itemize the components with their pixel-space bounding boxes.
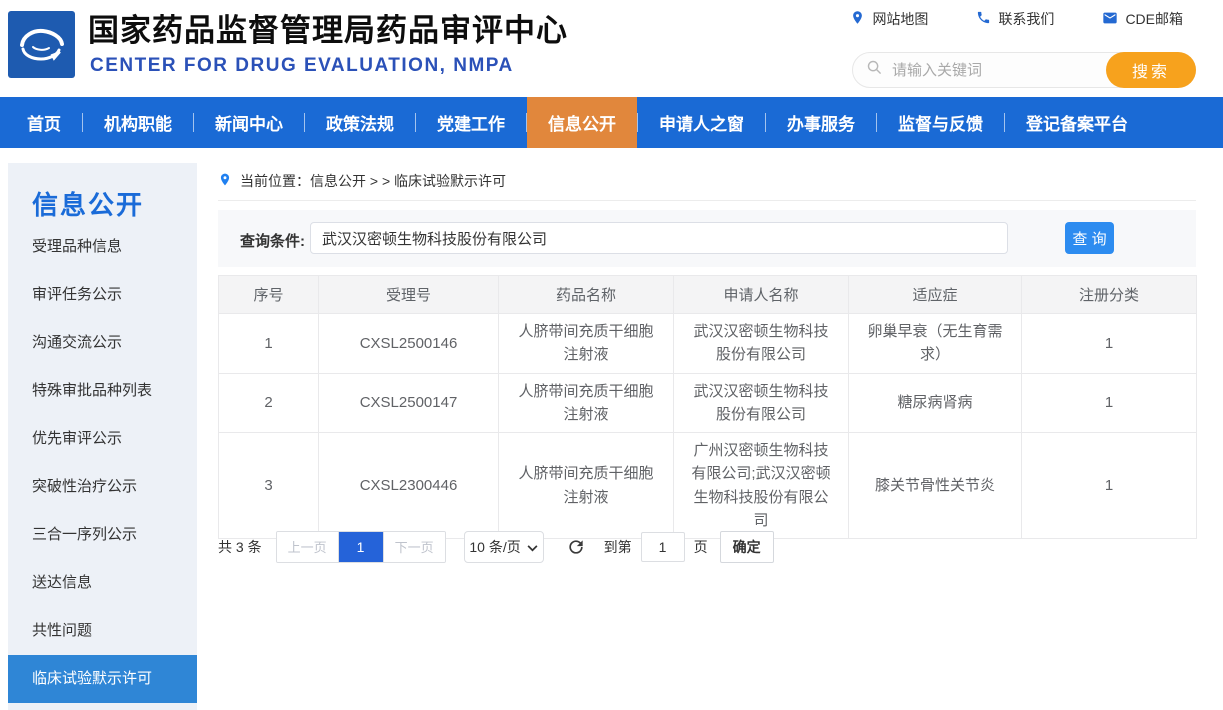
contact-label: 联系我们 bbox=[998, 9, 1054, 29]
sidebar-item-clinical-trial-implied-license[interactable]: 临床试验默示许可 bbox=[8, 655, 197, 703]
col-header-applicant: 申请人名称 bbox=[674, 276, 849, 314]
sidebar-item-common-issues[interactable]: 共性问题 bbox=[8, 607, 197, 655]
cell-applicant: 武汉汉密顿生物科技股份有限公司 bbox=[674, 373, 849, 433]
page-size-select[interactable]: 10 条/页 bbox=[464, 531, 544, 563]
pagination: 共 3 条 上一页 1 下一页 10 条/页 到第 页 确定 bbox=[218, 530, 774, 563]
main-nav: 首页 机构职能 新闻中心 政策法规 党建工作 信息公开 申请人之窗 办事服务 监… bbox=[0, 97, 1223, 148]
cell-acceptance-no: CXSL2500146 bbox=[319, 314, 499, 374]
next-page-button[interactable]: 下一页 bbox=[383, 532, 445, 562]
location-pin-icon bbox=[218, 171, 232, 191]
pager-group: 上一页 1 下一页 bbox=[276, 531, 446, 563]
nav-item-info-disclosure[interactable]: 信息公开 bbox=[527, 97, 637, 148]
cell-acceptance-no: CXSL2300446 bbox=[319, 433, 499, 539]
chevron-down-icon bbox=[527, 539, 538, 555]
sidebar-item-accepted-varieties[interactable]: 受理品种信息 bbox=[8, 223, 197, 271]
sidebar-title: 信息公开 bbox=[8, 163, 197, 223]
sidebar-item-priority-review[interactable]: 优先审评公示 bbox=[8, 415, 197, 463]
nav-item-news[interactable]: 新闻中心 bbox=[194, 97, 304, 148]
col-header-indication: 适应症 bbox=[849, 276, 1022, 314]
nav-item-functions[interactable]: 机构职能 bbox=[83, 97, 193, 148]
total-count-label: 共 3 条 bbox=[218, 537, 262, 557]
table-row: 1 CXSL2500146 人脐带间充质干细胞注射液 武汉汉密顿生物科技股份有限… bbox=[219, 314, 1197, 374]
search-icon bbox=[853, 59, 883, 81]
search-button[interactable]: 搜索 bbox=[1106, 52, 1196, 88]
header: 国家药品监督管理局药品审评中心 CENTER FOR DRUG EVALUATI… bbox=[0, 0, 1223, 97]
goto-page-input[interactable] bbox=[641, 532, 685, 562]
current-page-button[interactable]: 1 bbox=[339, 532, 383, 562]
cell-drug-name: 人脐带间充质干细胞注射液 bbox=[499, 373, 674, 433]
cell-indication: 糖尿病肾病 bbox=[849, 373, 1022, 433]
table-header-row: 序号 受理号 药品名称 申请人名称 适应症 注册分类 bbox=[219, 276, 1197, 314]
breadcrumb: 当前位置：信息公开 > > 临床试验默示许可 bbox=[218, 171, 506, 191]
mailbox-link[interactable]: CDE邮箱 bbox=[1102, 9, 1183, 29]
cell-seq: 3 bbox=[219, 433, 319, 539]
prev-page-button[interactable]: 上一页 bbox=[277, 532, 339, 562]
sitemap-label: 网站地图 bbox=[872, 9, 928, 29]
nav-item-services[interactable]: 办事服务 bbox=[766, 97, 876, 148]
col-header-acceptance-no: 受理号 bbox=[319, 276, 499, 314]
site-search: 搜索 bbox=[852, 52, 1196, 88]
sidebar-item-review-tasks[interactable]: 审评任务公示 bbox=[8, 271, 197, 319]
breadcrumb-divider bbox=[218, 200, 1196, 201]
cell-acceptance-no: CXSL2500147 bbox=[319, 373, 499, 433]
table-row: 3 CXSL2300446 人脐带间充质干细胞注射液 广州汉密顿生物科技有限公司… bbox=[219, 433, 1197, 539]
site-title: 国家药品监督管理局药品审评中心 bbox=[88, 5, 568, 50]
mail-icon bbox=[1102, 10, 1118, 29]
cell-indication: 膝关节骨性关节炎 bbox=[849, 433, 1022, 539]
sidebar-item-special-approval[interactable]: 特殊审批品种列表 bbox=[8, 367, 197, 415]
goto-page-unit: 页 bbox=[694, 537, 708, 557]
phone-icon bbox=[976, 10, 991, 28]
nav-item-supervision[interactable]: 监督与反馈 bbox=[877, 97, 1004, 148]
cell-registration-class: 1 bbox=[1022, 314, 1197, 374]
site-subtitle: CENTER FOR DRUG EVALUATION, NMPA bbox=[90, 55, 514, 77]
query-condition-input[interactable] bbox=[310, 222, 1008, 254]
sidebar-item-breakthrough-therapy[interactable]: 突破性治疗公示 bbox=[8, 463, 197, 511]
cell-applicant: 武汉汉密顿生物科技股份有限公司 bbox=[674, 314, 849, 374]
col-header-drug-name: 药品名称 bbox=[499, 276, 674, 314]
page-size-value: 10 条/页 bbox=[469, 537, 520, 557]
map-pin-icon bbox=[850, 10, 865, 28]
cell-drug-name: 人脐带间充质干细胞注射液 bbox=[499, 433, 674, 539]
refresh-icon[interactable] bbox=[566, 537, 586, 557]
cell-seq: 1 bbox=[219, 314, 319, 374]
breadcrumb-text: 当前位置：信息公开 > > 临床试验默示许可 bbox=[240, 171, 506, 191]
query-button[interactable]: 查 询 bbox=[1065, 222, 1114, 254]
sidebar-item-communication[interactable]: 沟通交流公示 bbox=[8, 319, 197, 367]
col-header-seq: 序号 bbox=[219, 276, 319, 314]
query-condition-label: 查询条件: bbox=[240, 230, 305, 251]
nav-item-registration-platform[interactable]: 登记备案平台 bbox=[1005, 97, 1149, 148]
cell-indication: 卵巢早衰（无生育需求） bbox=[849, 314, 1022, 374]
confirm-button[interactable]: 确定 bbox=[720, 531, 774, 563]
sidebar-item-three-in-one[interactable]: 三合一序列公示 bbox=[8, 511, 197, 559]
nav-item-party[interactable]: 党建工作 bbox=[416, 97, 526, 148]
cde-logo-icon bbox=[8, 11, 75, 78]
results-table: 序号 受理号 药品名称 申请人名称 适应症 注册分类 1 CXSL2500146… bbox=[218, 275, 1197, 539]
cell-seq: 2 bbox=[219, 373, 319, 433]
cell-registration-class: 1 bbox=[1022, 373, 1197, 433]
cell-drug-name: 人脐带间充质干细胞注射液 bbox=[499, 314, 674, 374]
mailbox-label: CDE邮箱 bbox=[1125, 9, 1183, 29]
sidebar-item-delivery-info[interactable]: 送达信息 bbox=[8, 559, 197, 607]
cell-registration-class: 1 bbox=[1022, 433, 1197, 539]
cell-applicant: 广州汉密顿生物科技有限公司;武汉汉密顿生物科技股份有限公司 bbox=[674, 433, 849, 539]
search-input[interactable] bbox=[892, 62, 1106, 79]
query-panel: 查询条件: 查 询 bbox=[218, 210, 1196, 267]
col-header-registration-class: 注册分类 bbox=[1022, 276, 1197, 314]
nav-item-policy[interactable]: 政策法规 bbox=[305, 97, 415, 148]
goto-page-label: 到第 bbox=[604, 537, 632, 557]
sidebar: 信息公开 受理品种信息 审评任务公示 沟通交流公示 特殊审批品种列表 优先审评公… bbox=[8, 163, 197, 710]
contact-link[interactable]: 联系我们 bbox=[976, 9, 1054, 29]
top-links: 网站地图 联系我们 CDE邮箱 bbox=[850, 9, 1183, 29]
nav-item-applicant-window[interactable]: 申请人之窗 bbox=[638, 97, 765, 148]
sitemap-link[interactable]: 网站地图 bbox=[850, 9, 928, 29]
table-row: 2 CXSL2500147 人脐带间充质干细胞注射液 武汉汉密顿生物科技股份有限… bbox=[219, 373, 1197, 433]
nav-item-home[interactable]: 首页 bbox=[6, 97, 82, 148]
